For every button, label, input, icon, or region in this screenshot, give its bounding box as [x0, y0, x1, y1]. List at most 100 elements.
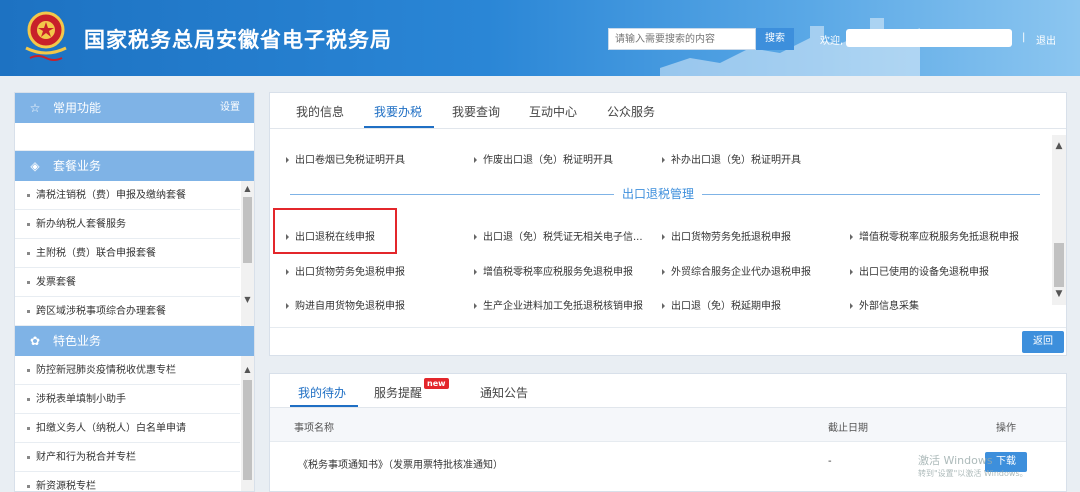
main-tabs: 我的信息 我要办税 我要查询 互动中心 公众服务: [270, 93, 1066, 129]
new-badge: new: [424, 378, 449, 389]
layers-icon: ◈: [30, 159, 40, 173]
special-list: 防控新冠肺炎疫情税收优惠专栏 涉税表单填制小助手 扣缴义务人（纳税人）白名单申请…: [15, 356, 254, 491]
package-title: 套餐业务: [53, 159, 102, 173]
scroll-down-icon[interactable]: ▼: [241, 294, 254, 306]
user-name-box: [846, 29, 1012, 47]
special-header[interactable]: ✿ 特色业务: [15, 326, 254, 356]
special-scrollbar[interactable]: ▲: [241, 356, 254, 491]
link-refund-voucher[interactable]: 出口退（免）税凭证无相关电子信...: [474, 228, 643, 243]
todo-item-deadline: -: [828, 456, 832, 467]
sidebar: ☆ 常用功能 设置 ◈ 套餐业务 清税注销税（费）申报及缴纳套餐 新办纳税人套餐服务…: [14, 92, 255, 492]
sidebar-item-package[interactable]: 发票套餐: [15, 268, 240, 297]
common-functions-title: 常用功能: [53, 101, 102, 115]
search-input[interactable]: [608, 28, 756, 50]
arrow-right-icon: [286, 157, 289, 163]
scroll-down-icon[interactable]: ▼: [1052, 287, 1066, 301]
logout-link[interactable]: 退出: [1036, 32, 1056, 47]
active-tab-indicator: [364, 126, 434, 128]
todo-panel: 我的待办 服务提醒 new 通知公告 事项名称 截止日期 操作 《税务事项通知书…: [269, 373, 1067, 492]
link-external-info[interactable]: 外部信息采集: [850, 297, 919, 312]
settings-link[interactable]: 设置: [220, 93, 240, 123]
tab-service-reminder[interactable]: 服务提醒: [374, 384, 422, 401]
tab-query[interactable]: 我要查询: [452, 103, 500, 120]
common-functions-area: [15, 123, 254, 151]
scroll-up-icon[interactable]: ▲: [1052, 139, 1066, 153]
link-goods-exempt-offset[interactable]: 出口货物劳务免抵退税申报: [662, 228, 791, 243]
search-button[interactable]: 搜索: [756, 28, 794, 50]
scroll-up-icon[interactable]: ▲: [241, 364, 254, 376]
arrow-right-icon: [662, 157, 665, 163]
package-header[interactable]: ◈ 套餐业务: [15, 151, 254, 181]
special-title: 特色业务: [53, 334, 102, 348]
separator: |: [1022, 32, 1026, 43]
scroll-thumb[interactable]: [243, 197, 252, 263]
header: 国家税务总局安徽省电子税务局 搜索 欢迎, | 退出: [0, 0, 1080, 76]
link-void-cert[interactable]: 作废出口退（免）税证明开具: [474, 151, 613, 166]
back-button[interactable]: 返回: [1022, 331, 1064, 353]
tab-my-todo[interactable]: 我的待办: [298, 384, 346, 401]
link-goods-exempt-refund[interactable]: 出口货物劳务免退税申报: [286, 263, 405, 278]
link-processing-trade[interactable]: 生产企业进料加工免抵退税核销申报: [474, 297, 643, 312]
activation-watermark-title: 激活 Windows: [918, 454, 993, 467]
arrow-right-icon: [662, 303, 665, 309]
arrow-right-icon: [286, 269, 289, 275]
link-extension[interactable]: 出口退（免）税延期申报: [662, 297, 781, 312]
sidebar-item-special[interactable]: 扣缴义务人（纳税人）白名单申请: [15, 414, 240, 443]
todo-tabs: 我的待办 服务提醒 new 通知公告: [270, 374, 1066, 408]
section-title: 出口退税管理: [614, 185, 703, 202]
sidebar-item-package[interactable]: 跨区域涉税事项综合办理套餐: [15, 297, 240, 326]
link-zero-rate-offset[interactable]: 增值税零税率应税服务免抵退税申报: [850, 228, 1019, 243]
link-purchased-goods[interactable]: 购进自用货物免退税申报: [286, 297, 405, 312]
sidebar-item-special[interactable]: 财产和行为税合并专栏: [15, 443, 240, 472]
arrow-right-icon: [286, 234, 289, 240]
activation-watermark-hint: 转到"设置"以激活 Windows。: [918, 469, 1028, 478]
todo-item-name[interactable]: 《税务事项通知书》（发票用票特批核准通知）: [298, 456, 503, 471]
scroll-up-icon[interactable]: ▲: [241, 183, 254, 195]
arrow-right-icon: [850, 303, 853, 309]
arrow-right-icon: [474, 269, 477, 275]
column-header-name: 事项名称: [294, 423, 334, 434]
column-header-action: 操作: [996, 423, 1016, 434]
sidebar-item-special[interactable]: 新资源税专栏: [15, 472, 240, 491]
tab-notice[interactable]: 通知公告: [480, 384, 528, 401]
main-panel: 我的信息 我要办税 我要查询 互动中心 公众服务 出口卷烟已免税证明开具 作废出…: [269, 92, 1067, 356]
package-scrollbar[interactable]: ▲ ▼: [241, 181, 254, 326]
arrow-right-icon: [662, 269, 665, 275]
arrow-right-icon: [474, 157, 477, 163]
package-list: 清税注销税（费）申报及缴纳套餐 新办纳税人套餐服务 主附税（费）联合申报套餐 发…: [15, 181, 254, 326]
sidebar-item-package[interactable]: 清税注销税（费）申报及缴纳套餐: [15, 181, 240, 210]
flower-icon: ✿: [29, 334, 41, 348]
tab-interaction[interactable]: 互动中心: [529, 103, 577, 120]
site-title: 国家税务总局安徽省电子税务局: [84, 28, 392, 52]
arrow-right-icon: [286, 303, 289, 309]
arrow-right-icon: [474, 303, 477, 309]
sidebar-item-special[interactable]: 防控新冠肺炎疫情税收优惠专栏: [15, 356, 240, 385]
tab-file-tax[interactable]: 我要办税: [374, 103, 422, 120]
scroll-thumb[interactable]: [243, 380, 252, 480]
link-zero-rate-refund[interactable]: 增值税零税率应税服务免退税申报: [474, 263, 633, 278]
sidebar-item-package[interactable]: 新办纳税人套餐服务: [15, 210, 240, 239]
link-cigarette-cert[interactable]: 出口卷烟已免税证明开具: [286, 151, 405, 166]
sidebar-item-package[interactable]: 主附税（费）联合申报套餐: [15, 239, 240, 268]
link-export-refund-online[interactable]: 出口退税在线申报: [286, 228, 375, 243]
column-header-deadline: 截止日期: [828, 423, 868, 434]
tab-public-service[interactable]: 公众服务: [607, 103, 655, 120]
welcome-text: 欢迎,: [820, 36, 844, 47]
active-tab-indicator: [290, 405, 358, 407]
tax-emblem-icon: [25, 11, 67, 61]
star-icon: ☆: [29, 101, 41, 115]
arrow-right-icon: [850, 234, 853, 240]
sidebar-item-special[interactable]: 涉税表单填制小助手: [15, 385, 240, 414]
link-used-equipment[interactable]: 出口已使用的设备免退税申报: [850, 263, 989, 278]
link-foreign-trade-agent[interactable]: 外贸综合服务企业代办退税申报: [662, 263, 811, 278]
common-functions-header: ☆ 常用功能 设置: [15, 93, 254, 123]
tab-my-info[interactable]: 我的信息: [296, 103, 344, 120]
link-reissue-cert[interactable]: 补办出口退（免）税证明开具: [662, 151, 801, 166]
arrow-right-icon: [474, 234, 477, 240]
main-scrollbar[interactable]: ▲ ▼: [1052, 135, 1066, 305]
table-header: 事项名称 截止日期 操作: [270, 408, 1066, 442]
arrow-right-icon: [850, 269, 853, 275]
arrow-right-icon: [662, 234, 665, 240]
main-divider: [270, 327, 1066, 328]
scroll-thumb[interactable]: [1054, 243, 1064, 287]
